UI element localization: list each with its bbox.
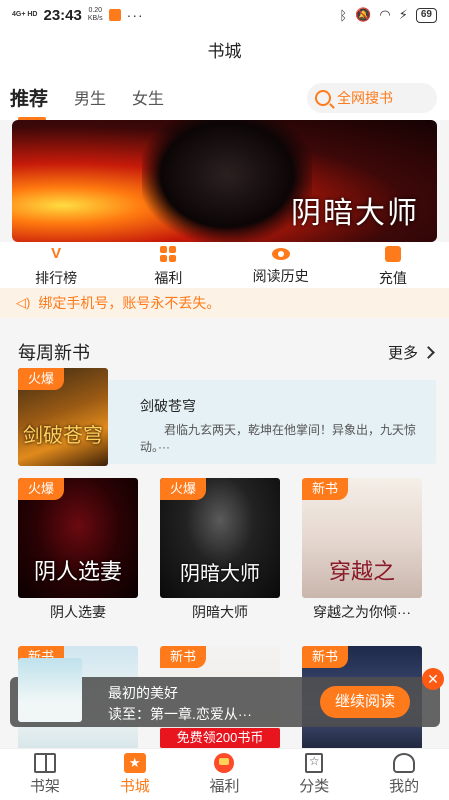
bluetooth-icon: ᛒ: [339, 7, 348, 23]
banner-title: 阴暗大师: [291, 196, 419, 231]
hot-badge: 火爆: [18, 368, 64, 390]
new-badge: 新书: [160, 646, 206, 668]
wifi-icon: ◠: [379, 7, 391, 22]
bottom-tab-bar: 书架 书城 福利 分类 我的: [0, 748, 449, 800]
status-right: ᛒ 🔕 ◠ ⚡ 69: [339, 7, 437, 23]
new-badge: 新书: [302, 646, 348, 668]
weekly-section-header: 每周新书 更多: [0, 336, 449, 368]
hot-badge: 火爆: [160, 478, 206, 500]
tab-bookstore[interactable]: 书城: [90, 749, 180, 800]
quick-nav-label: 阅读历史: [252, 268, 309, 284]
continue-book-title: 最初的美好: [108, 685, 178, 701]
book-cover[interactable]: 剑破苍穹 火爆: [18, 368, 108, 466]
chevron-right-icon: [422, 345, 435, 359]
speaker-icon: ◁): [16, 295, 31, 310]
book-title: 阴暗大师: [192, 604, 248, 620]
search-icon: [315, 90, 331, 106]
gift-icon: [214, 753, 235, 773]
cover-text: 阴人选妻: [33, 560, 122, 585]
tab-label: 我的: [389, 778, 420, 795]
search-button[interactable]: 全网搜书: [307, 83, 437, 113]
tab-label: 福利: [209, 778, 240, 795]
more-link[interactable]: 更多: [387, 342, 435, 363]
featured-book[interactable]: 剑破苍穹 君临九玄两天，乾坤在他掌间！异象出，九天惊动。··· 剑破苍穹 火爆: [18, 368, 436, 466]
quick-nav-history[interactable]: 阅读历史: [225, 242, 337, 288]
quick-nav-welfare[interactable]: 福利: [112, 242, 224, 288]
cover-text: 阴暗大师: [180, 561, 260, 585]
status-left: 4G+ HD 23:43 0.20 KB/s ···: [12, 7, 144, 24]
quick-nav-label: 排行榜: [35, 270, 78, 286]
status-time: 23:43: [43, 6, 82, 24]
tab-label: 书城: [119, 778, 150, 795]
status-bar: 4G+ HD 23:43 0.20 KB/s ··· ᛒ 🔕 ◠ ⚡ 69: [0, 0, 449, 30]
featured-info: 剑破苍穹 君临九玄两天，乾坤在他掌间！异象出，九天惊动。···: [98, 380, 436, 464]
tab-male[interactable]: 男生: [74, 85, 106, 109]
quick-nav-recharge[interactable]: 充值: [337, 242, 449, 288]
book-cover: 阴人选妻 火爆: [18, 478, 138, 598]
book-card[interactable]: 阴人选妻 火爆 阴人选妻: [18, 478, 138, 622]
quick-nav-label: 福利: [154, 270, 183, 286]
featured-title: 剑破苍穹: [140, 398, 196, 414]
mute-icon: 🔕: [355, 7, 372, 22]
tab-female[interactable]: 女生: [132, 85, 164, 109]
cover-text: 剑破苍穹: [23, 423, 103, 447]
more-label: 更多: [387, 344, 418, 362]
book-cover: 穿越之 新书: [302, 478, 422, 598]
category-tabs: 推荐 男生 女生 全网搜书: [0, 74, 449, 121]
grid-icon: [160, 246, 177, 262]
book-card[interactable]: 穿越之 新书 穿越之为你倾···: [302, 478, 422, 622]
new-badge: 新书: [302, 478, 348, 500]
book-icon: [33, 753, 56, 773]
network-speed-unit: KB/s: [87, 15, 103, 22]
tab-welfare[interactable]: 福利: [180, 749, 270, 800]
page-title: 书城: [0, 30, 449, 74]
network-indicator: 4G+ HD: [12, 11, 38, 18]
quick-nav-label: 充值: [378, 270, 407, 286]
book-card[interactable]: 阴暗大师 火爆 阴暗大师: [160, 478, 280, 622]
network-speed: 0.20 KB/s: [88, 7, 103, 23]
continue-book-cover: [18, 658, 82, 722]
coin-icon: [384, 246, 401, 262]
tab-bookshelf[interactable]: 书架: [0, 749, 90, 800]
book-cover: 阴暗大师 火爆: [160, 478, 280, 598]
continue-progress: 读至：第一章.恋爱从···: [108, 706, 252, 722]
ranking-icon: V: [51, 245, 62, 262]
tab-category[interactable]: 分类: [269, 749, 359, 800]
free-coupon-badge[interactable]: 免费领200书币: [160, 728, 280, 748]
banner[interactable]: 阴暗大师: [12, 120, 437, 242]
continue-reading-button[interactable]: 继续阅读: [320, 686, 410, 718]
tab-recommend[interactable]: 推荐: [10, 84, 48, 121]
search-label: 全网搜书: [337, 90, 393, 106]
close-icon[interactable]: ✕: [422, 668, 444, 690]
quick-nav: V 排行榜 福利 阅读历史 充值: [0, 242, 449, 288]
cover-text: 穿越之: [328, 560, 395, 585]
more-notifications: ···: [126, 7, 144, 23]
tab-label: 书架: [29, 778, 60, 795]
featured-desc: 君临九玄两天，乾坤在他掌间！异象出，九天惊动。···: [140, 423, 417, 454]
hot-badge: 火爆: [18, 478, 64, 500]
continue-reading-bar[interactable]: 最初的美好 读至：第一章.恋爱从··· 继续阅读 ✕: [10, 658, 444, 727]
category-icon: [305, 753, 324, 773]
quick-nav-ranking[interactable]: V 排行榜: [0, 242, 112, 288]
battery-indicator: 69: [415, 7, 437, 23]
banner-figure: [142, 120, 312, 242]
notice-text: 绑定手机号，账号永不丢失。: [38, 295, 221, 311]
user-icon: [393, 753, 416, 773]
network-speed-value: 0.20: [88, 7, 103, 14]
charging-icon: ⚡: [398, 7, 408, 22]
book-title: 阴人选妻: [50, 604, 106, 620]
app-notification-icon: [108, 9, 121, 21]
section-title: 每周新书: [18, 343, 90, 363]
book-title: 穿越之为你倾···: [313, 604, 411, 620]
tab-label: 分类: [299, 778, 330, 795]
tab-mine[interactable]: 我的: [359, 749, 449, 800]
store-icon: [123, 753, 146, 773]
bind-phone-notice[interactable]: ◁) 绑定手机号，账号永不丢失。: [0, 288, 449, 318]
eye-icon: [271, 248, 290, 260]
